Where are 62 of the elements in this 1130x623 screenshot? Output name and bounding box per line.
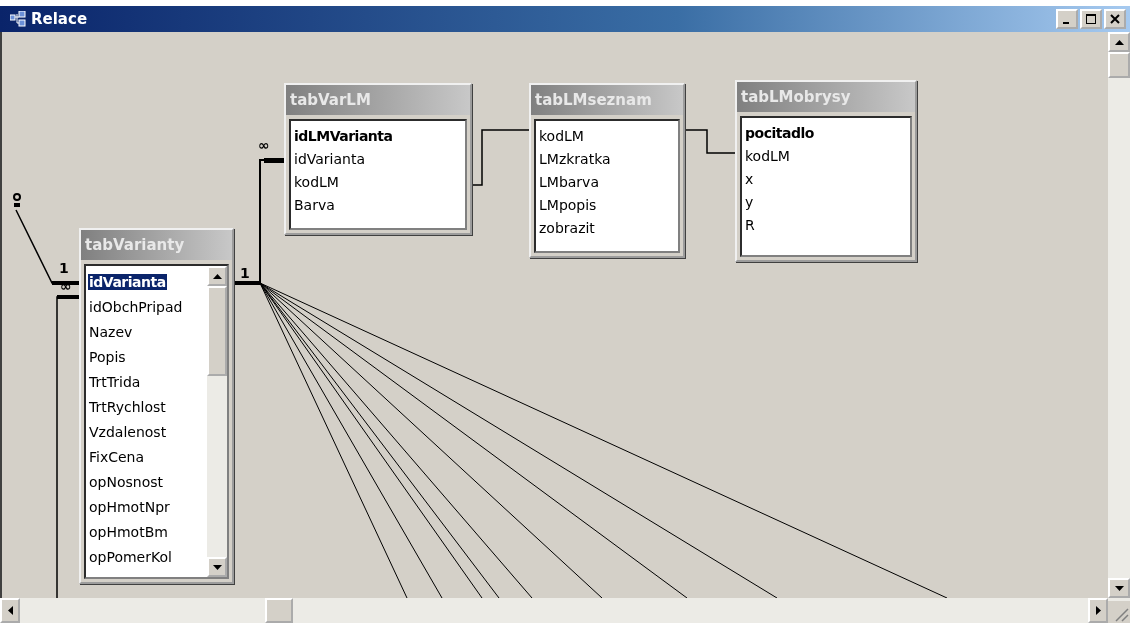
- field-name[interactable]: kodLM: [744, 147, 791, 164]
- field-name[interactable]: idLMVarianta: [293, 127, 394, 144]
- join-bar: [57, 295, 79, 299]
- minimize-button[interactable]: [1056, 9, 1078, 29]
- left-arrow-icon: [7, 606, 13, 615]
- right-arrow-icon: [1095, 606, 1101, 615]
- up-arrow-icon: [212, 273, 222, 279]
- field-name[interactable]: LMzkratka: [538, 150, 612, 167]
- join-bar: [234, 281, 260, 285]
- maximize-icon: [1086, 14, 1096, 24]
- relationship-line: [471, 129, 530, 186]
- field-name[interactable]: idVarianta: [293, 150, 366, 167]
- field-name[interactable]: LMpopis: [538, 196, 598, 213]
- field-name[interactable]: kodLM: [293, 173, 340, 190]
- field-name[interactable]: R: [744, 216, 756, 233]
- field-name[interactable]: opPomerKol: [88, 548, 173, 565]
- field-name[interactable]: idVarianta: [88, 273, 167, 290]
- field-name[interactable]: TrtRychlost: [88, 398, 167, 415]
- field-name[interactable]: Nazev: [88, 323, 134, 340]
- size-grip-icon[interactable]: [1108, 601, 1130, 623]
- field-name[interactable]: idObchPripad: [88, 298, 184, 315]
- join-bar: [264, 158, 284, 163]
- field-name[interactable]: y: [744, 193, 755, 210]
- field-name[interactable]: opNosnost: [88, 473, 164, 490]
- field-name[interactable]: x: [744, 170, 755, 187]
- table-window[interactable]: tabVarianty idVarianta idObchPripad Nazev Popis TrtTrida TrtRychlost Vzdalenost FixCena opNosnost opHmotNpr opHmotBm opPomerKol: [79, 228, 234, 584]
- field-scrollbar[interactable]: [207, 266, 227, 577]
- field-name[interactable]: TrtTrida: [88, 373, 142, 390]
- field-name[interactable]: pocitadlo: [744, 124, 815, 141]
- horizontal-scrollbar[interactable]: [0, 598, 1130, 623]
- up-arrow-icon: [1114, 39, 1124, 45]
- cardinality-label: 1: [240, 266, 250, 280]
- down-arrow-icon: [212, 564, 222, 570]
- field-name[interactable]: opHmotBm: [88, 523, 169, 540]
- scroll-thumb[interactable]: [207, 286, 227, 376]
- scroll-thumb[interactable]: [1108, 52, 1130, 78]
- join-bar: [52, 281, 79, 285]
- cardinality-mark: [13, 193, 21, 201]
- field-name[interactable]: FixCena: [88, 448, 146, 465]
- join-bar: [14, 203, 20, 207]
- maximize-button[interactable]: [1080, 9, 1102, 29]
- field-name[interactable]: Popis: [88, 348, 127, 365]
- table-window[interactable]: tabLMseznam kodLM LMzkratka LMbarva LMpopis zobrazit: [529, 83, 685, 258]
- table-window[interactable]: tabLMobrysy pocitadlo kodLM x y R: [735, 80, 917, 262]
- close-button[interactable]: [1104, 9, 1126, 29]
- field-name[interactable]: Barva: [293, 196, 336, 213]
- relationship-line: [684, 129, 736, 154]
- table-window[interactable]: tabVarLM idLMVarianta idVarianta kodLM Barva: [284, 83, 472, 235]
- field-name[interactable]: kodLM: [538, 127, 585, 144]
- cardinality-label: 1: [59, 261, 69, 275]
- window-title: Relace: [31, 10, 88, 28]
- field-name[interactable]: zobrazit: [538, 219, 596, 236]
- minimize-icon: [1062, 21, 1069, 24]
- relationships-icon: [10, 11, 26, 27]
- field-name[interactable]: Vzdalenost: [88, 423, 168, 440]
- field-name[interactable]: opHmotNpr: [88, 498, 171, 515]
- field-name[interactable]: LMbarva: [538, 173, 600, 190]
- close-icon: [1110, 14, 1120, 24]
- cardinality-label: ∞: [258, 138, 270, 152]
- scroll-thumb[interactable]: [265, 598, 293, 623]
- down-arrow-icon: [1114, 585, 1124, 591]
- vertical-scrollbar[interactable]: [1108, 32, 1130, 598]
